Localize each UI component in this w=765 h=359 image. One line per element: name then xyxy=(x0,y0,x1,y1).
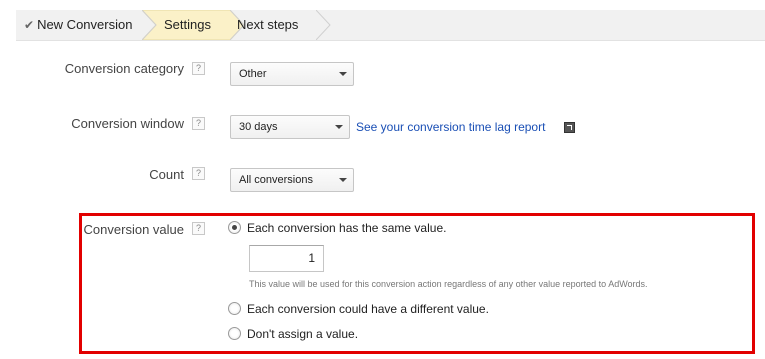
same-value-label[interactable]: Each conversion has the same value. xyxy=(247,221,446,235)
conversion-value-input[interactable]: 1 xyxy=(249,245,324,272)
conversion-category-select[interactable]: Other xyxy=(230,62,354,86)
step-next-steps[interactable]: Next steps xyxy=(237,10,298,40)
different-value-label[interactable]: Each conversion could have a different v… xyxy=(247,302,489,316)
conversion-window-value: 30 days xyxy=(239,121,278,133)
help-icon[interactable]: ? xyxy=(192,117,205,130)
count-select[interactable]: All conversions xyxy=(230,168,354,192)
different-value-radio[interactable] xyxy=(228,302,241,315)
breadcrumb-separator xyxy=(316,10,331,40)
breadcrumb-separator xyxy=(142,10,157,40)
conversion-category-label: Conversion category xyxy=(64,61,184,76)
count-value: All conversions xyxy=(239,174,313,186)
conversion-value-label: Conversion value xyxy=(83,222,184,237)
step-label: New Conversion xyxy=(37,17,133,32)
count-label: Count xyxy=(149,167,184,182)
no-value-radio[interactable] xyxy=(228,327,241,340)
time-lag-report-link[interactable]: See your conversion time lag report xyxy=(356,120,545,134)
conversion-window-label: Conversion window xyxy=(71,116,184,131)
help-icon[interactable]: ? xyxy=(192,222,205,235)
step-settings[interactable]: Settings xyxy=(164,10,211,40)
conversion-category-value: Other xyxy=(239,68,267,80)
value-hint-text: This value will be used for this convers… xyxy=(249,279,648,289)
chevron-down-icon xyxy=(339,72,347,76)
conversion-window-select[interactable]: 30 days xyxy=(230,115,350,139)
chevron-down-icon xyxy=(339,178,347,182)
breadcrumb: ✔ New Conversion Settings Next steps xyxy=(16,10,765,41)
help-icon[interactable]: ? xyxy=(192,167,205,180)
same-value-radio[interactable] xyxy=(228,221,241,234)
step-label: Settings xyxy=(164,17,211,32)
help-icon[interactable]: ? xyxy=(192,62,205,75)
no-value-label[interactable]: Don't assign a value. xyxy=(247,327,358,341)
checkmark-icon: ✔ xyxy=(24,18,35,32)
step-new-conversion[interactable]: ✔ New Conversion xyxy=(24,10,132,40)
chevron-down-icon xyxy=(335,125,343,129)
step-label: Next steps xyxy=(237,17,299,32)
external-link-icon[interactable] xyxy=(564,122,575,133)
